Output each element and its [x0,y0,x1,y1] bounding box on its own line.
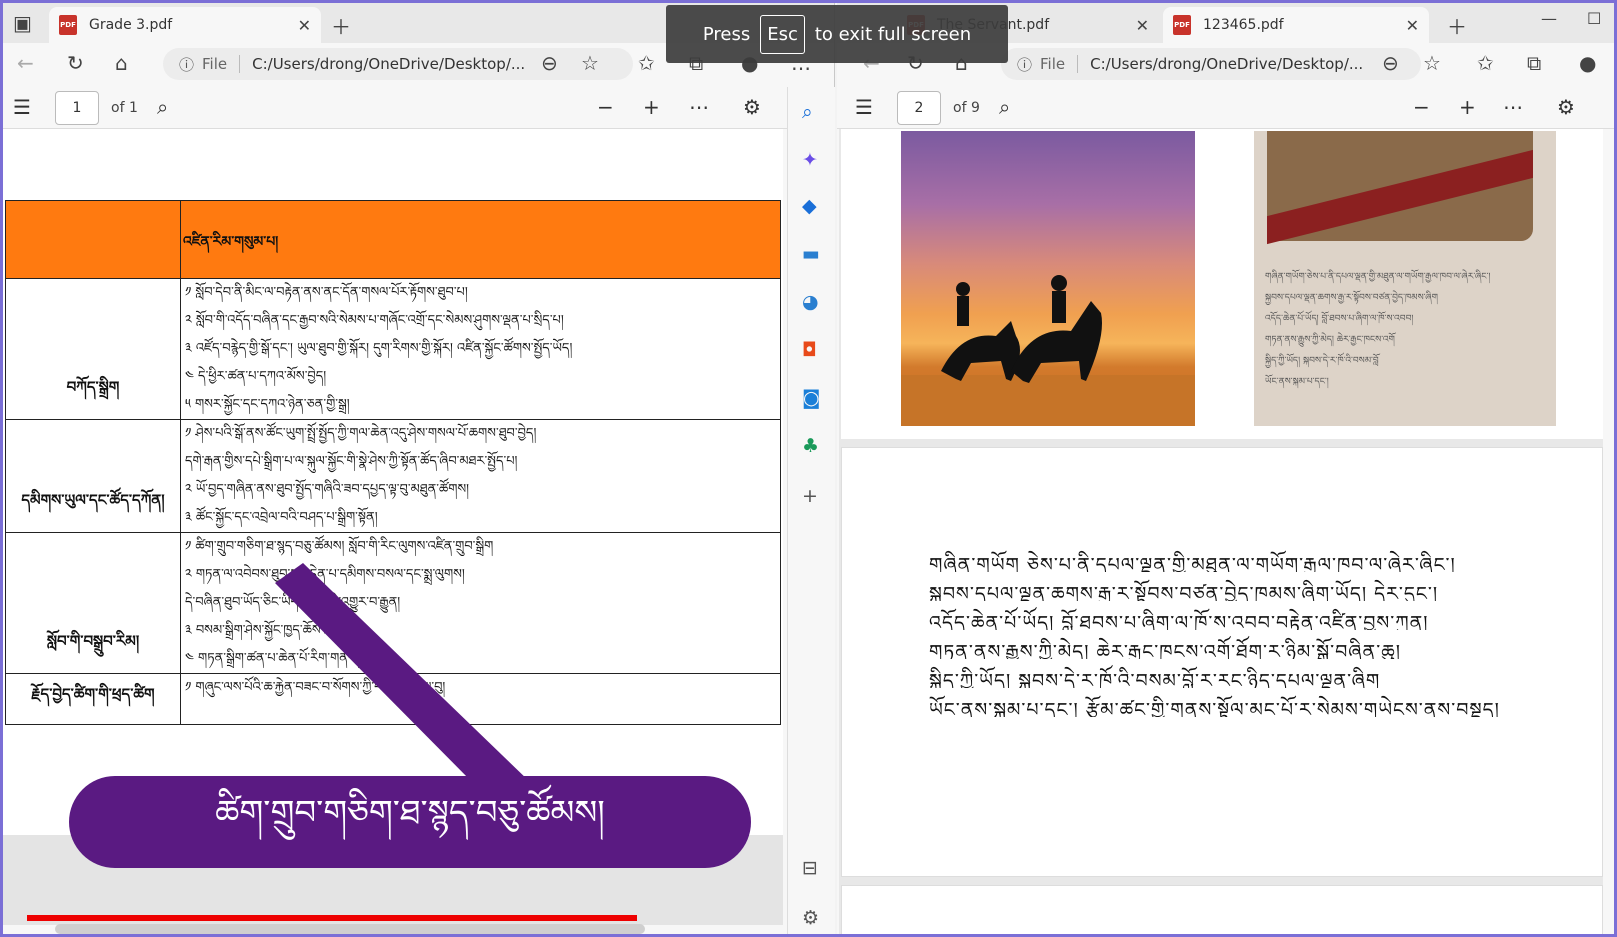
maximize-icon[interactable]: ☐ [1587,9,1601,28]
screen: ▣ PDF Grade 3.pdf ✕ ＋ ← ↻ ⌂ ⓘ File C:/Us… [0,0,1617,937]
new-tab-icon[interactable]: ＋ [1447,11,1467,40]
zoom-in-icon[interactable]: + [1459,95,1476,119]
zoom-icon[interactable]: ⊖ [1382,51,1399,75]
zoom-out-icon[interactable]: − [1413,95,1430,119]
page1-text-block: གཞིན་གཡོག་ཅེས་པ་ནི་དཔལ་ལྡན་གྱི་མཐུན་ལ་གཡ… [1265,267,1535,393]
text-line: ཡོང་ནས་སྐམ་པ་དང་། རྩོམ་ཚང་གྱི་གནས་སྟོལ་མ… [929,699,1500,717]
text-line: སྐྱིད་ཀྱི་ཡོད། སྐབས་དེ་ར་ཁོ་འི་བསམ་བློ [1265,356,1379,366]
page2-text-block: གཞིན་གཡོག ཅེས་པ་ནི་དཔལ་ལྡན་གྱི་མཐུན་ལ་གཡ… [929,543,1549,717]
info-icon[interactable]: ⓘ [1017,54,1032,75]
text-line: སྐྱིད་ཀྱི་ཡོད། སྐབས་དེ་ར་ཁོ་འི་བསམ་བློ་ར… [929,670,1381,688]
toast-prefix: Press [702,23,751,45]
url-text: C:/Users/drong/OneDrive/Desktop/... [1090,55,1364,73]
url-field[interactable]: ⓘ File C:/Users/drong/OneDrive/Desktop/.… [1001,48,1421,80]
text-line: འདོད་ཆེན་པོ་ཡོད། བློ་ཐབས་པ་ཞིག་ལ་ཁོ་ས་འབ… [929,612,1429,630]
text-line: གཞིན་གཡོག་ཅེས་པ་ནི་དཔལ་ལྡན་གྱི་མཐུན་ལ་གཡ… [1265,272,1491,282]
tab-123465[interactable]: PDF 123465.pdf ✕ [1163,7,1429,43]
text-line: སྐྱབས་དཔལ་ལྡན་ཆགས་རྒྱ་ར་སྟོབས་བཙན་བྱེད་ཁ… [929,583,1439,601]
callout-banner: ཚིག་གྲུབ་གཅིག་ཐ་སྙད་བཅུ་ཚོམས། [69,776,751,868]
collections-icon[interactable]: ⧉ [1527,51,1541,75]
add-favorite-icon[interactable]: ☆ [1423,51,1441,75]
horizontal-scrollbar[interactable] [55,924,645,934]
page-number-input[interactable]: 2 [897,91,941,125]
favorites-icon[interactable]: ✩ [1477,51,1494,75]
text-line: གཞིན་གཡོག ཅེས་པ་ནི་དཔལ་ལྡན་གྱི་མཐུན་ལ་གཡ… [929,554,1456,572]
pdf-icon: PDF [1173,15,1191,35]
pdf-page-3 [841,885,1603,934]
profile-icon[interactable]: ● [1579,51,1596,75]
sunset-riders-illustration [901,131,1195,426]
text-line: སྐྱབས་དཔལ་ལྡན་ཆགས་རྒྱ་ར་སྟོབས་བཙན་བྱེད་ཁ… [1265,293,1438,303]
text-line: གཏན་ནས་རྒྱུས་ཀྱི་མེད། ཆེར་རྒྱང་ཁངས་འགོ་ཐ… [929,641,1401,659]
minimize-icon[interactable]: — [1541,9,1557,28]
page-total: of 9 [953,100,980,116]
search-icon[interactable]: ⌕ [999,95,1010,119]
settings-icon[interactable]: ⚙ [1557,95,1575,119]
contents-icon[interactable]: ☰ [855,95,873,119]
close-tab-icon[interactable]: ✕ [1136,16,1149,35]
riders-silhouette [901,275,1195,426]
fullscreen-toast: Press Esc to exit full screen [666,5,1008,63]
video-progress-bar[interactable] [27,915,637,921]
right-pdf-toolbar: ☰ 2 of 9 ⌕ − + ⋯ ⚙ [837,87,1614,129]
text-line: འདོད་ཆེན་པོ་ཡོད། བློ་ཐབས་པ་ཞིག་ལ་ཁོ་ས་འབ… [1265,314,1414,324]
toast-suffix: to exit full screen [814,23,972,45]
text-line: ཡོང་ནས་སྐམ་པ་དང་། [1265,377,1329,387]
close-tab-icon[interactable]: ✕ [1406,16,1419,35]
tab-title: 123465.pdf [1203,17,1284,33]
url-scheme: File [1040,55,1079,73]
text-line: གཏན་ནས་རྒྱུས་ཀྱི་མེད། ཆེར་རྒྱང་ཁངས་འགོ [1265,335,1395,345]
toast-key: Esc [760,14,805,54]
more-icon[interactable]: ⋯ [1503,95,1523,119]
